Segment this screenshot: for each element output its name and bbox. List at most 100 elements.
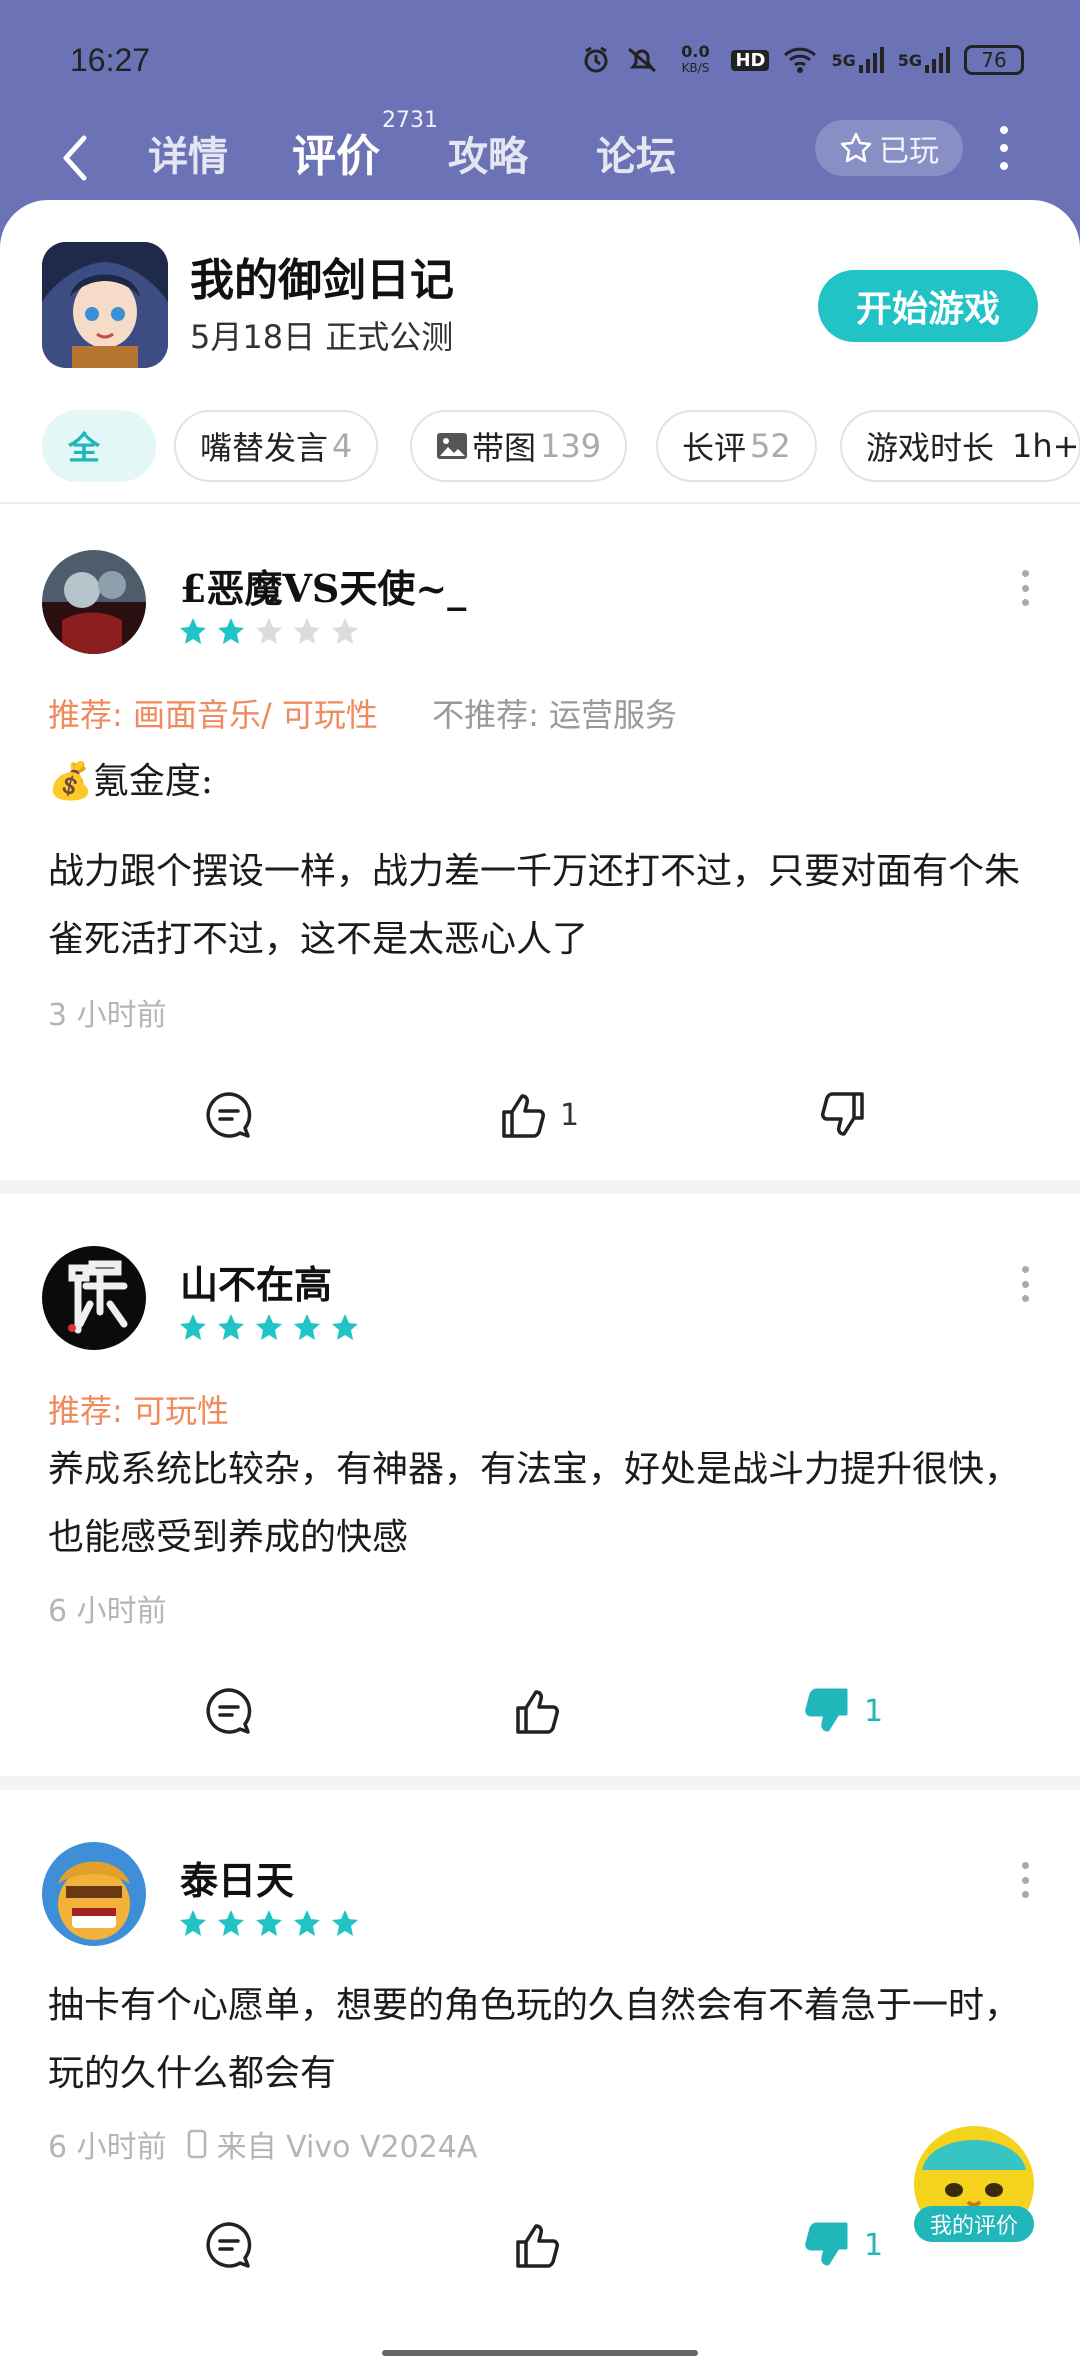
star-filled-icon [332, 1314, 358, 1340]
filter-chips: 全 嘴替发言 4 带图 139 长评 52 游戏时长 1h+ [0, 410, 1080, 484]
start-game-button[interactable]: 开始游戏 [818, 270, 1038, 342]
signal-label-2: 5G [897, 50, 922, 70]
signal-icon-1: 5G [831, 47, 884, 73]
filter-chip-label: 全 [68, 429, 101, 467]
mute-icon [625, 45, 659, 75]
filter-chip-count: 139 [540, 427, 602, 465]
status-icons: 0.0 KB/S HD 5G 5G 76 [581, 44, 1024, 76]
my-review-fab[interactable]: 我的评价 [908, 2120, 1040, 2252]
game-header: 我的御剑日记 5月18日 正式公测 开始游戏 [0, 200, 1080, 380]
divider [0, 502, 1080, 504]
home-indicator[interactable] [382, 2350, 698, 2356]
filter-chip-count: 4 [332, 427, 353, 465]
star-filled-icon [218, 1314, 244, 1340]
played-button[interactable]: 已玩 [815, 120, 963, 176]
tab-guides[interactable]: 攻略 [448, 124, 528, 182]
star-empty-icon [332, 618, 358, 644]
status-time: 16:27 [70, 42, 151, 78]
wifi-icon [783, 46, 817, 74]
review-device: 来自 Vivo V2024A [216, 2130, 478, 2165]
review-time: 6 小时前 [48, 1594, 167, 1629]
review-extra-line: 💰氪金度: [48, 761, 213, 802]
thumbs-up-icon [516, 1690, 559, 1734]
review-actions: 1 [0, 1686, 1080, 1746]
hd-icon: HD [731, 49, 770, 71]
review-card: £恶魔VS天使~_ 推荐: 画面音乐/ 可玩性 不推荐: 运营服务 💰氪金度: … [0, 550, 1080, 1138]
filter-chip-count: 1h+ [1012, 427, 1080, 465]
filter-chip-long-reviews[interactable]: 长评 52 [656, 410, 817, 482]
section-divider [0, 1180, 1080, 1194]
review-more-icon[interactable] [1022, 1266, 1032, 1302]
net-speed: 0.0 KB/S [673, 44, 717, 76]
review-more-icon[interactable] [1022, 570, 1032, 606]
rating-stars [178, 1312, 360, 1342]
star-filled-icon [256, 1314, 282, 1340]
section-divider [0, 1776, 1080, 1790]
avatar[interactable] [42, 550, 146, 654]
comment-button[interactable] [204, 1686, 254, 1736]
star-filled-icon [294, 1910, 320, 1936]
username[interactable]: £恶魔VS天使~_ [180, 558, 466, 613]
comment-button[interactable] [204, 2220, 254, 2270]
comment-icon [206, 1688, 252, 1734]
review-text: 抽卡有个心愿单，想要的角色玩的久自然会有不着急于一时，玩的久什么都会有 [48, 1985, 1021, 2094]
thumbs-down-filled-icon [805, 1688, 848, 1732]
my-review-label: 我的评价 [914, 2206, 1034, 2242]
avatar[interactable] [42, 1842, 146, 1946]
like-button[interactable]: 1 [498, 1090, 579, 1140]
review-meta: 6 小时前 来自 Vivo V2024A [48, 2122, 477, 2166]
recommend-tags: 推荐: 画面音乐/ 可玩性 [48, 696, 378, 734]
tab-reviews[interactable]: 评价 [292, 120, 380, 184]
signal-label-1: 5G [831, 50, 856, 70]
not-recommend-tags: 不推荐: 运营服务 [432, 696, 678, 734]
game-icon[interactable] [42, 242, 168, 368]
more-menu-icon[interactable] [992, 126, 1016, 170]
review-meta: 6 小时前 [48, 1586, 167, 1630]
like-button[interactable] [512, 1686, 574, 1736]
dislike-count: 1 [864, 1693, 884, 1729]
filter-chip-quotes[interactable]: 嘴替发言 4 [174, 410, 379, 482]
dislike-button[interactable]: 1 [802, 1686, 883, 1736]
game-title: 我的御剑日记 [190, 255, 454, 306]
filter-chip-label: 嘴替发言 [200, 429, 329, 467]
filter-chip-label: 带图 [472, 429, 537, 467]
signal-icon-2: 5G [898, 47, 950, 73]
username[interactable]: 泰日天 [180, 1850, 294, 1905]
image-icon [437, 433, 467, 459]
filter-chip-playtime[interactable]: 游戏时长 1h+ [840, 410, 1080, 482]
played-label: 已玩 [879, 134, 939, 169]
review-tags: 推荐: 可玩性 [48, 1386, 229, 1432]
rating-stars [178, 1908, 360, 1938]
review-text: 养成系统比较杂，有神器，有法宝，好处是战斗力提升很快，也能感受到养成的快感 [48, 1449, 1021, 1558]
net-speed-unit: KB/S [681, 61, 710, 75]
review-actions: 1 [0, 1090, 1080, 1150]
back-icon[interactable] [56, 130, 96, 186]
played-icon [840, 132, 872, 163]
avatar[interactable] [42, 1246, 146, 1350]
thumbs-down-icon [821, 1092, 864, 1136]
star-filled-icon [180, 618, 206, 644]
review-more-icon[interactable] [1022, 1862, 1032, 1898]
comment-icon [206, 1092, 252, 1138]
filter-chip-with-images[interactable]: 带图 139 [410, 410, 628, 482]
review-tags: 推荐: 画面音乐/ 可玩性 不推荐: 运营服务 [48, 690, 677, 736]
comment-button[interactable] [204, 1090, 254, 1140]
status-bar: 16:27 0.0 KB/S HD 5G 5G 76 [0, 42, 1080, 82]
username[interactable]: 山不在高 [180, 1254, 332, 1309]
star-filled-icon [332, 1910, 358, 1936]
rating-stars [178, 616, 360, 646]
dislike-button[interactable]: 1 [802, 2220, 883, 2270]
tab-details[interactable]: 详情 [148, 124, 228, 182]
like-button[interactable] [512, 2220, 574, 2270]
thumbs-up-icon [516, 2224, 559, 2268]
star-filled-icon [218, 1910, 244, 1936]
review-meta: 3 小时前 [48, 990, 167, 1034]
dislike-count: 1 [864, 2227, 884, 2263]
dislike-button[interactable] [818, 1090, 880, 1140]
filter-chip-all[interactable]: 全 [42, 410, 156, 482]
review-count-badge: 2731 [382, 108, 438, 133]
tab-forum[interactable]: 论坛 [596, 124, 676, 182]
phone-icon [187, 2129, 206, 2159]
star-filled-icon [180, 1314, 206, 1340]
review-time: 6 小时前 [48, 2130, 167, 2165]
